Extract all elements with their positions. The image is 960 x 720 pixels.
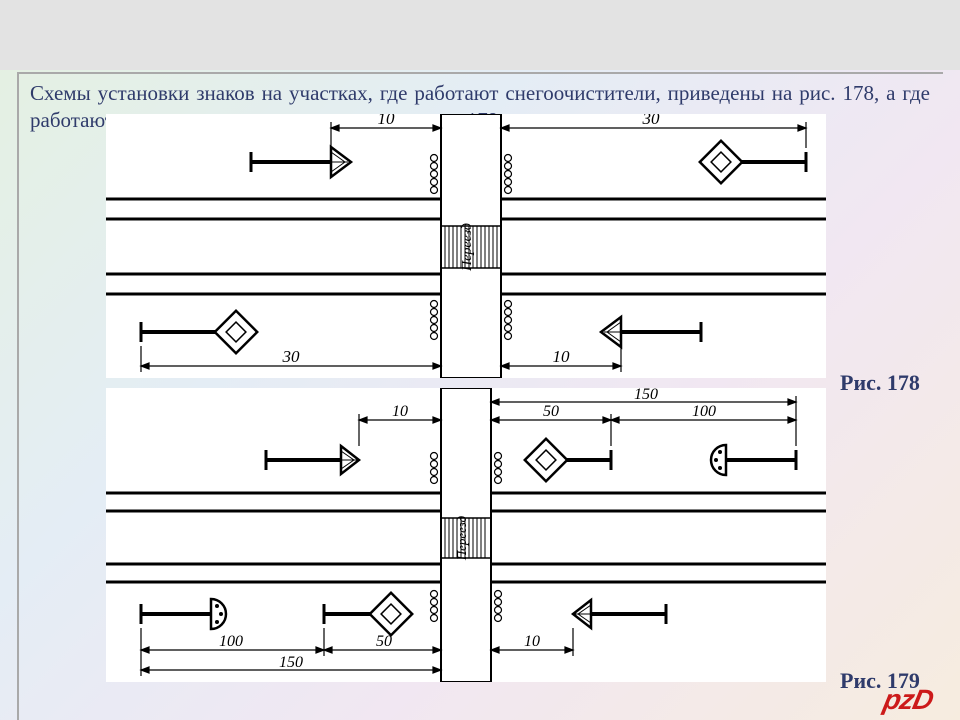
dim-label: 10 <box>524 633 540 650</box>
header-bar <box>0 0 960 70</box>
dim-label: 50 <box>376 633 392 650</box>
halfcircle-sign-icon <box>711 445 796 475</box>
diamond-sign-icon <box>525 439 611 481</box>
diamond-sign-icon <box>700 141 806 183</box>
diagram-178: Переезд <box>106 114 826 378</box>
dim-label: 10 <box>392 403 408 420</box>
diamond-sign-icon <box>141 311 257 353</box>
dim-label: 30 <box>282 347 301 366</box>
dim-label: 150 <box>279 654 303 671</box>
figure-178-label: Рис. 178 <box>840 370 920 396</box>
rzd-logo: pzD <box>880 684 935 716</box>
dim-label: 50 <box>543 403 559 420</box>
triangle-sign-icon <box>266 446 359 474</box>
crossing-label-179: Переезд <box>454 515 469 561</box>
dim-label: 150 <box>634 388 658 403</box>
halfcircle-sign-icon <box>141 599 226 629</box>
dim-label: 10 <box>378 114 396 128</box>
triangle-sign-icon <box>251 147 351 177</box>
dim-label: 10 <box>553 347 571 366</box>
dim-label: 100 <box>219 633 243 650</box>
triangle-sign-icon <box>601 317 701 347</box>
triangle-sign-icon <box>573 600 666 628</box>
diamond-sign-icon <box>324 593 412 635</box>
page: Схемы установки знаков на участках, где … <box>0 0 960 720</box>
crossing-label-178: Переезд <box>460 223 475 272</box>
dim-label: 100 <box>692 403 716 420</box>
dim-label: 30 <box>642 114 661 128</box>
diagram-179: Переезд <box>106 388 826 682</box>
